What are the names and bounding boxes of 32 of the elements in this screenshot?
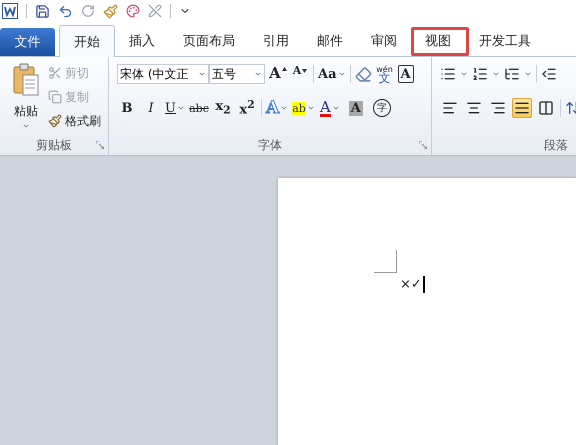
file-tab[interactable]: 文件 (0, 28, 55, 56)
ribbon-tab[interactable]: 视图 (411, 26, 465, 56)
character-border-button[interactable]: A (398, 65, 414, 83)
format-button[interactable]: I (141, 98, 161, 118)
ribbon-tab[interactable]: 审阅 (357, 26, 411, 56)
effect-button[interactable]: A (318, 98, 341, 118)
ribbon-tab[interactable]: 开始 (59, 25, 115, 57)
shrink-font-button[interactable]: A (291, 64, 309, 84)
group-label: 段落 (543, 136, 569, 154)
font-size-field[interactable]: 五号 (209, 64, 265, 84)
ribbon-tab[interactable]: 页面布局 (169, 26, 249, 56)
grow-font-button[interactable]: A (269, 64, 287, 84)
group-label: 字体 (257, 136, 283, 154)
effect-button[interactable]: 字 (370, 98, 393, 118)
clipboard-action[interactable]: 格式刷 (48, 111, 101, 131)
effect-button[interactable]: ab (292, 98, 315, 118)
format-button[interactable]: B (117, 98, 137, 118)
paste-button[interactable]: 粘贴 (14, 103, 38, 120)
ribbon-tab[interactable]: 开发工具 (465, 26, 545, 56)
format-button[interactable]: x$_{2}$ (213, 98, 233, 118)
change-case-button[interactable]: Aa (318, 64, 346, 84)
ribbon-tab[interactable]: 引用 (249, 26, 303, 56)
group-label: 剪贴板 (35, 136, 73, 154)
ribbon-tab[interactable]: 插入 (115, 26, 169, 56)
document-text: ×✓ (400, 276, 425, 293)
font-name-field[interactable]: 宋体 (中文正 (117, 64, 209, 84)
ribbon-tab[interactable]: 邮件 (303, 26, 357, 56)
effect-button[interactable]: A (344, 98, 367, 118)
format-button[interactable]: x$^{2}$ (237, 98, 257, 118)
format-button[interactable]: U (165, 98, 185, 118)
phonetic-guide-button[interactable]: wén 文 (376, 63, 394, 85)
format-button[interactable]: abc (189, 98, 209, 118)
